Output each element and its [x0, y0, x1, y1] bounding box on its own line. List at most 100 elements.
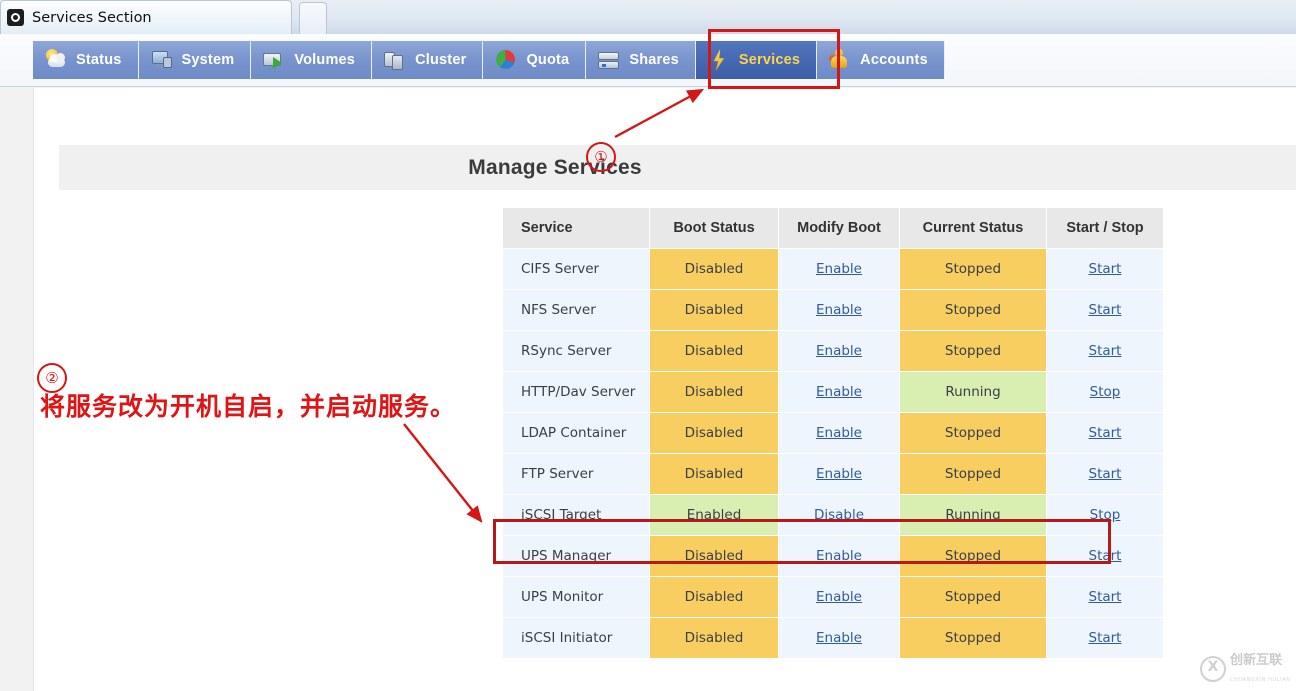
drive-arrow-icon [263, 49, 285, 71]
cell-boot-status: Disabled [650, 413, 778, 453]
table-row: NFS ServerDisabledEnableStoppedStart [503, 290, 1163, 330]
cell-modify-boot: Enable [779, 413, 899, 453]
nav-tab-label: Cluster [415, 52, 466, 68]
start-stop-link[interactable]: Start [1089, 261, 1122, 277]
cell-service-name: FTP Server [503, 454, 649, 494]
modify-boot-link[interactable]: Enable [816, 466, 862, 482]
nav-tab-system[interactable]: System [139, 41, 252, 79]
cell-service-name: iSCSI Initiator [503, 618, 649, 658]
nav-tab-label: Accounts [860, 52, 928, 68]
nav-tab-label: System [182, 52, 235, 68]
services-table: Service Boot Status Modify Boot Current … [502, 207, 1164, 659]
nav-tab-label: Volumes [294, 52, 355, 68]
cell-boot-status: Disabled [650, 331, 778, 371]
cell-service-name: RSync Server [503, 331, 649, 371]
nav-tab-label: Quota [526, 52, 569, 68]
record-circle-icon [7, 9, 24, 26]
weather-sun-cloud-icon [45, 49, 67, 71]
column-header-modify-boot: Modify Boot [779, 208, 899, 248]
cell-start-stop: Stop [1047, 372, 1163, 412]
nav-tab-status[interactable]: Status [33, 41, 139, 79]
cell-modify-boot: Enable [779, 372, 899, 412]
cell-service-name: HTTP/Dav Server [503, 372, 649, 412]
table-row: RSync ServerDisabled Enable Stopped Start [503, 331, 1163, 371]
annotation-box-iscsi-row [493, 519, 1111, 564]
annotation-box-services-tab [708, 29, 840, 89]
cell-current-status: Stopped [900, 454, 1046, 494]
cell-current-status: Stopped [900, 413, 1046, 453]
cell-start-stop: Start [1047, 331, 1163, 371]
cell-boot-status: Disabled [650, 249, 778, 289]
nav-tab-label: Shares [629, 52, 679, 68]
table-row: FTP ServerDisabled Enable Stopped Start [503, 454, 1163, 494]
table-row: HTTP/Dav ServerDisabledEnableRunningStop [503, 372, 1163, 412]
cell-modify-boot: Enable [779, 331, 899, 371]
modify-boot-link[interactable]: Enable [816, 384, 862, 400]
start-stop-link[interactable]: Start [1089, 343, 1122, 359]
modify-boot-link[interactable]: Enable [816, 589, 862, 605]
modify-boot-link[interactable]: Enable [816, 630, 862, 646]
monitor-icon [151, 49, 173, 71]
column-header-service: Service [503, 208, 649, 248]
new-tab-button[interactable] [299, 2, 327, 34]
start-stop-link[interactable]: Start [1089, 630, 1122, 646]
primary-navigation: Status System Volumes Cluster Quota Shar [0, 34, 1296, 87]
table-row: UPS MonitorDisabledEnableStoppedStart [503, 577, 1163, 617]
cell-start-stop: Start [1047, 454, 1163, 494]
cell-modify-boot: Enable [779, 577, 899, 617]
cell-start-stop: Start [1047, 290, 1163, 330]
start-stop-link[interactable]: Start [1089, 302, 1122, 318]
table-row: LDAP ContainerDisabled Enable Stopped Start [503, 413, 1163, 453]
panel-header: Manage Services [59, 145, 1296, 190]
modify-boot-link[interactable]: Enable [816, 343, 862, 359]
browser-tab-strip: Services Section [0, 0, 1296, 34]
watermark-logo-icon [1200, 656, 1226, 682]
cell-modify-boot: Enable [779, 290, 899, 330]
cell-start-stop: Start [1047, 413, 1163, 453]
cell-current-status: Stopped [900, 577, 1046, 617]
cell-current-status: Stopped [900, 618, 1046, 658]
start-stop-link[interactable]: Start [1089, 425, 1122, 441]
cell-boot-status: Disabled [650, 454, 778, 494]
modify-boot-link[interactable]: Enable [816, 302, 862, 318]
watermark-cn: 创新互联 [1230, 653, 1282, 668]
nav-tab-cluster[interactable]: Cluster [372, 41, 483, 79]
table-row: iSCSI InitiatorDisabled Enable Stopped Star… [503, 618, 1163, 658]
annotation-marker-one: ① [586, 142, 616, 172]
nav-tab-quota[interactable]: Quota [483, 41, 586, 79]
column-header-start-stop: Start / Stop [1047, 208, 1163, 248]
screenshot-root: Services Section Status System Volumes C… [0, 0, 1296, 691]
modify-boot-link[interactable]: Enable [816, 261, 862, 277]
cell-current-status: Stopped [900, 290, 1046, 330]
pie-chart-icon [495, 49, 517, 71]
cell-service-name: LDAP Container [503, 413, 649, 453]
cell-modify-boot: Enable [779, 618, 899, 658]
cell-modify-boot: Enable [779, 249, 899, 289]
cell-start-stop: Start [1047, 249, 1163, 289]
annotation-note-text: 将服务改为开机自启，并启动服务。 [40, 387, 456, 423]
servers-icon [384, 49, 406, 71]
cell-boot-status: Disabled [650, 618, 778, 658]
start-stop-link[interactable]: Start [1089, 466, 1122, 482]
nav-tab-volumes[interactable]: Volumes [251, 41, 372, 79]
cell-service-name: CIFS Server [503, 249, 649, 289]
cell-current-status: Stopped [900, 249, 1046, 289]
cell-modify-boot: Enable [779, 454, 899, 494]
nav-tab-label: Status [76, 52, 122, 68]
start-stop-link[interactable]: Start [1089, 589, 1122, 605]
table-header-row: Service Boot Status Modify Boot Current … [503, 208, 1163, 248]
start-stop-link[interactable]: Stop [1090, 384, 1121, 400]
cell-service-name: UPS Monitor [503, 577, 649, 617]
table-row: CIFS ServerDisabled Enable Stopped Start [503, 249, 1163, 289]
cell-boot-status: Disabled [650, 372, 778, 412]
nav-tab-shares[interactable]: Shares [586, 41, 696, 79]
nas-box-icon [598, 49, 620, 71]
modify-boot-link[interactable]: Enable [816, 425, 862, 441]
cell-service-name: NFS Server [503, 290, 649, 330]
services-table-header: Service Boot Status Modify Boot Current … [503, 208, 1163, 248]
cell-current-status: Stopped [900, 331, 1046, 371]
services-table-body: CIFS ServerDisabledEnableStoppedStartNFS… [503, 249, 1163, 658]
browser-tab[interactable]: Services Section [0, 0, 292, 34]
watermark-en: CHUANGXIN HULIAN [1230, 677, 1291, 683]
cell-start-stop: Start [1047, 577, 1163, 617]
